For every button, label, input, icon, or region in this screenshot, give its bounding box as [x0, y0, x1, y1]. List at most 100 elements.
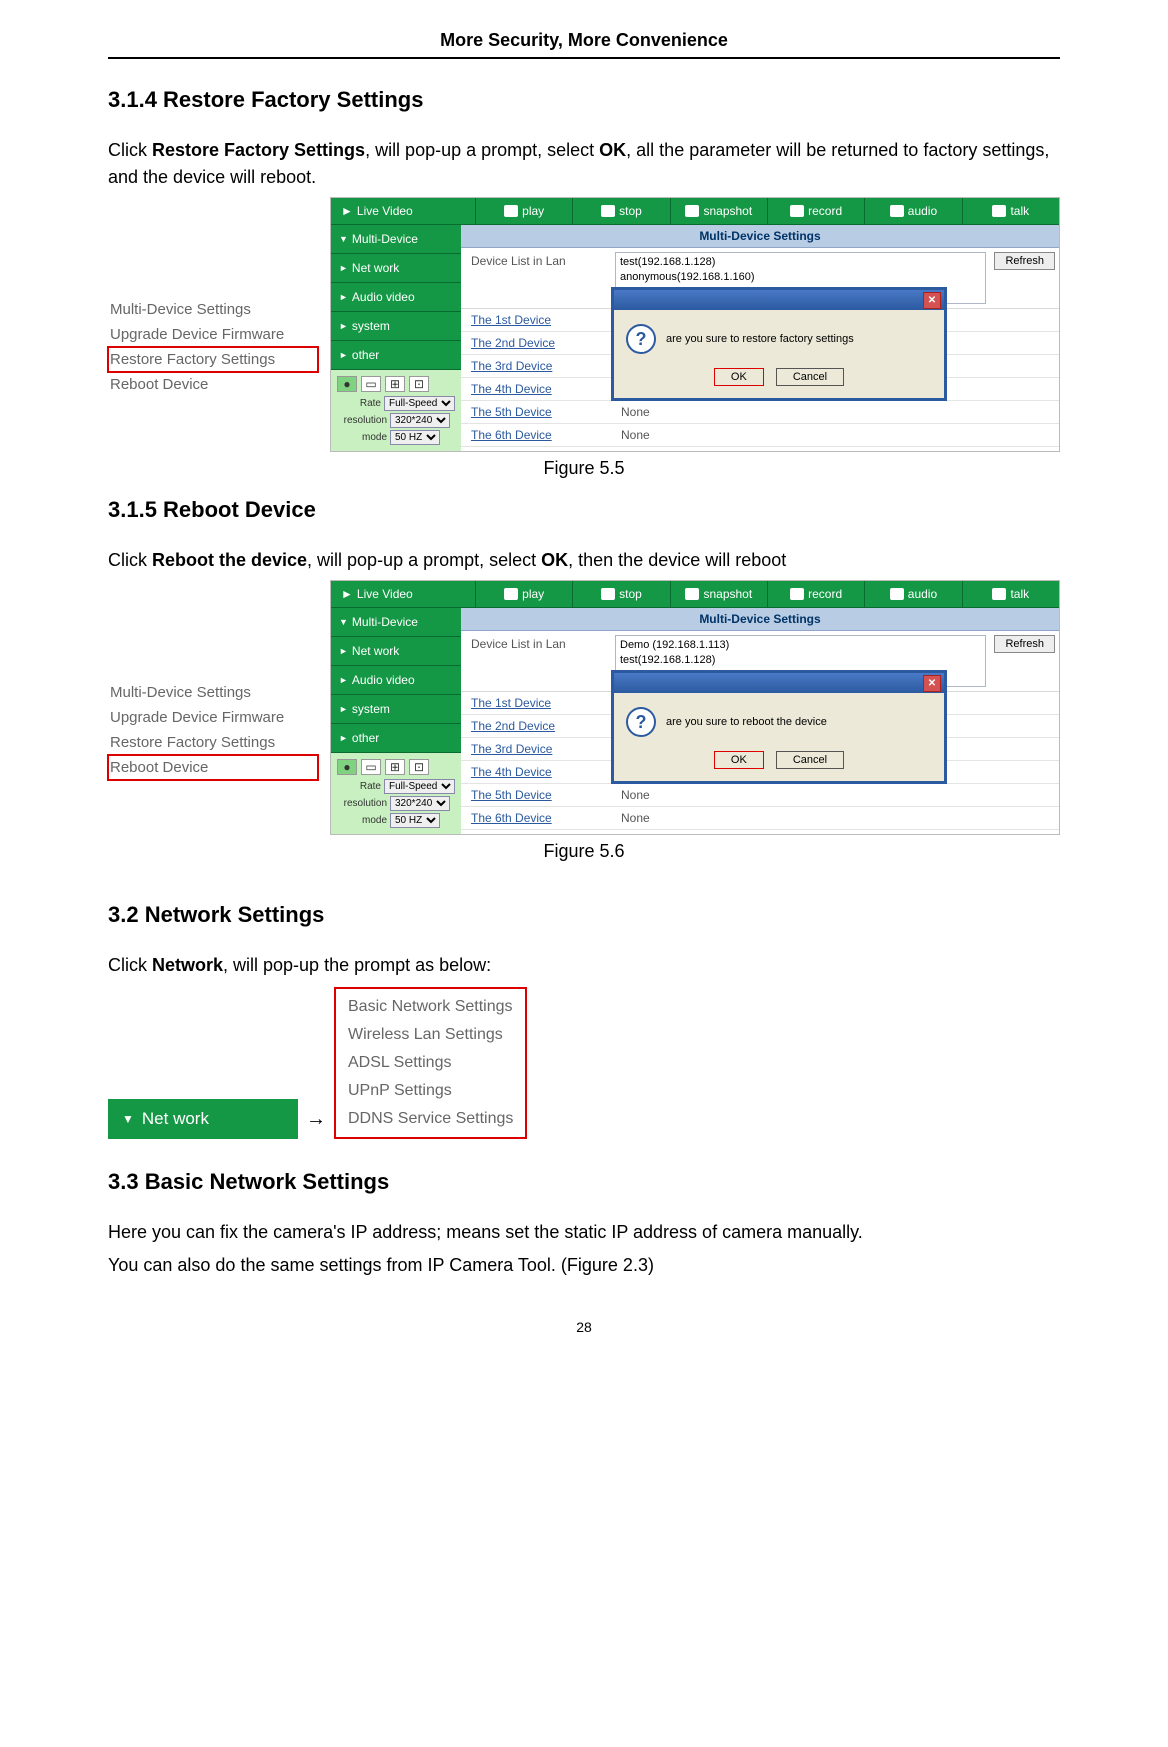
sidebar-item[interactable]: system	[331, 695, 461, 724]
paragraph-32: Click Network, will pop-up the prompt as…	[108, 952, 1060, 979]
heading-314: 3.1.4 Restore Factory Settings	[108, 87, 1060, 113]
mode-select[interactable]: 50 HZ	[390, 430, 440, 445]
device-slot-label[interactable]: The 1st Device	[461, 692, 611, 714]
menu-item[interactable]: Multi-Device Settings	[108, 297, 318, 322]
device-slot-label[interactable]: The 4th Device	[461, 378, 611, 400]
live-video-tab[interactable]: ► Live Video	[331, 581, 475, 607]
view-controls: ● ▭ ⊞ ⊡ RateFull-Speed resolution320*240…	[331, 753, 461, 834]
submenu-item[interactable]: ADSL Settings	[346, 1049, 515, 1077]
figure-caption: Figure 5.6	[108, 841, 1060, 862]
paragraph-33b: You can also do the same settings from I…	[108, 1252, 1060, 1279]
close-icon[interactable]: ✕	[923, 292, 941, 309]
view-1-icon[interactable]: ●	[337, 759, 357, 775]
sidebar: Multi-Device Net work Audio video system…	[331, 225, 461, 451]
rate-select[interactable]: Full-Speed	[384, 779, 455, 794]
submenu-item[interactable]: UPnP Settings	[346, 1077, 515, 1105]
panel-title: Multi-Device Settings	[461, 225, 1059, 248]
view-2-icon[interactable]: ▭	[361, 376, 381, 392]
menu-item-highlighted[interactable]: Reboot Device	[108, 755, 318, 780]
device-slot-value: None	[611, 401, 1059, 423]
device-slot-label[interactable]: The 2nd Device	[461, 332, 611, 354]
figure-56: Multi-Device Settings Upgrade Device Fir…	[108, 580, 1060, 835]
paragraph-33a: Here you can fix the camera's IP address…	[108, 1219, 1060, 1246]
device-slot-label[interactable]: The 4th Device	[461, 761, 611, 783]
sidebar-item[interactable]: Net work	[331, 637, 461, 666]
device-slot-label[interactable]: The 3rd Device	[461, 738, 611, 760]
device-slot-label[interactable]: The 2nd Device	[461, 715, 611, 737]
audio-button[interactable]: audio	[864, 198, 961, 224]
arrow-icon: →	[306, 1108, 326, 1139]
view-9-icon[interactable]: ⊡	[409, 376, 429, 392]
record-button[interactable]: record	[767, 198, 864, 224]
rate-select[interactable]: Full-Speed	[384, 396, 455, 411]
device-slot-label[interactable]: The 5th Device	[461, 401, 611, 423]
talk-button[interactable]: talk	[962, 198, 1059, 224]
submenu-item[interactable]: DDNS Service Settings	[346, 1105, 515, 1133]
sidebar-item[interactable]: Multi-Device	[331, 608, 461, 637]
figure-55: Multi-Device Settings Upgrade Device Fir…	[108, 197, 1060, 452]
sidebar-item[interactable]: Audio video	[331, 283, 461, 312]
audio-button[interactable]: audio	[864, 581, 961, 607]
close-icon[interactable]: ✕	[923, 675, 941, 692]
resolution-select[interactable]: 320*240	[390, 413, 450, 428]
talk-icon	[992, 588, 1006, 600]
view-controls: ● ▭ ⊞ ⊡ RateFull-Speed resolution320*240…	[331, 370, 461, 451]
device-slot-label[interactable]: The 6th Device	[461, 807, 611, 829]
device-slot-label[interactable]: The 6th Device	[461, 424, 611, 446]
record-icon	[790, 205, 804, 217]
snapshot-button[interactable]: snapshot	[670, 581, 767, 607]
view-9-icon[interactable]: ⊡	[409, 759, 429, 775]
live-video-tab[interactable]: ► Live Video	[331, 198, 475, 224]
sidebar-item[interactable]: system	[331, 312, 461, 341]
resolution-select[interactable]: 320*240	[390, 796, 450, 811]
page-number: 28	[108, 1319, 1060, 1335]
sidebar-item[interactable]: other	[331, 724, 461, 753]
menu-item[interactable]: Reboot Device	[108, 372, 318, 397]
refresh-button[interactable]: Refresh	[994, 635, 1055, 653]
network-menu-figure: Net work → Basic Network Settings Wirele…	[108, 987, 1060, 1139]
view-4-icon[interactable]: ⊞	[385, 759, 405, 775]
mode-label: mode	[337, 430, 387, 445]
view-4-icon[interactable]: ⊞	[385, 376, 405, 392]
device-slot-label[interactable]: The 1st Device	[461, 309, 611, 331]
mode-select[interactable]: 50 HZ	[390, 813, 440, 828]
sidebar-item[interactable]: Audio video	[331, 666, 461, 695]
sidebar-item[interactable]: other	[331, 341, 461, 370]
ok-button[interactable]: OK	[714, 751, 764, 769]
mode-label: mode	[337, 813, 387, 828]
submenu-item[interactable]: Basic Network Settings	[346, 993, 515, 1021]
snapshot-button[interactable]: snapshot	[670, 198, 767, 224]
view-2-icon[interactable]: ▭	[361, 759, 381, 775]
play-icon	[504, 205, 518, 217]
stop-button[interactable]: stop	[572, 198, 669, 224]
menu-item[interactable]: Multi-Device Settings	[108, 680, 318, 705]
menu-item-highlighted[interactable]: Restore Factory Settings	[108, 347, 318, 372]
play-button[interactable]: play	[475, 581, 572, 607]
toolbar: ► Live Video play stop snapshot record a…	[331, 198, 1059, 225]
sidebar-item[interactable]: Multi-Device	[331, 225, 461, 254]
refresh-button[interactable]: Refresh	[994, 252, 1055, 270]
ok-button[interactable]: OK	[714, 368, 764, 386]
network-button[interactable]: Net work	[108, 1099, 298, 1139]
device-slot-label[interactable]: The 3rd Device	[461, 355, 611, 377]
cancel-button[interactable]: Cancel	[776, 751, 844, 769]
dialog-message: are you sure to restore factory settings	[666, 333, 854, 345]
submenu-item[interactable]: Wireless Lan Settings	[346, 1021, 515, 1049]
toolbar: ► Live Video play stop snapshot record a…	[331, 581, 1059, 608]
device-slot-label[interactable]: The 5th Device	[461, 784, 611, 806]
record-button[interactable]: record	[767, 581, 864, 607]
stop-icon	[601, 205, 615, 217]
cancel-button[interactable]: Cancel	[776, 368, 844, 386]
menu-item[interactable]: Upgrade Device Firmware	[108, 705, 318, 730]
menu-item[interactable]: Restore Factory Settings	[108, 730, 318, 755]
view-1-icon[interactable]: ●	[337, 376, 357, 392]
heading-32: 3.2 Network Settings	[108, 902, 1060, 928]
play-button[interactable]: play	[475, 198, 572, 224]
talk-button[interactable]: talk	[962, 581, 1059, 607]
device-list-label: Device List in Lan	[461, 631, 611, 691]
menu-item[interactable]: Upgrade Device Firmware	[108, 322, 318, 347]
sidebar-item[interactable]: Net work	[331, 254, 461, 283]
main-panel: Multi-Device Settings Device List in Lan…	[461, 608, 1059, 834]
stop-button[interactable]: stop	[572, 581, 669, 607]
resolution-label: resolution	[337, 413, 387, 428]
